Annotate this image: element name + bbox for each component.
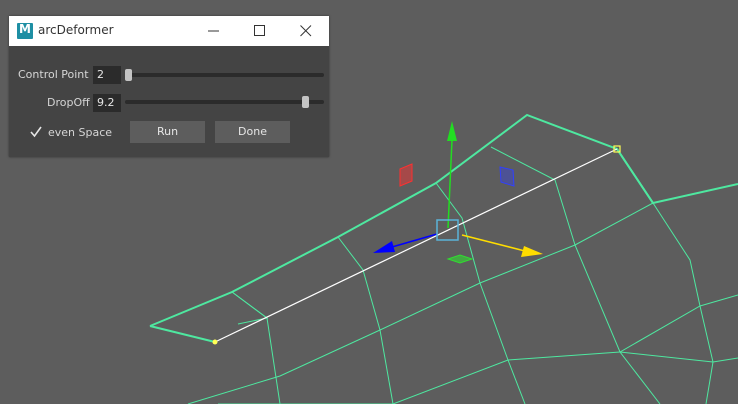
control-point-slider-handle[interactable]	[125, 69, 132, 81]
close-button[interactable]	[283, 16, 329, 46]
curve-start-point[interactable]	[212, 339, 218, 345]
even-space-label: even Space	[48, 126, 113, 139]
mesh-border-left	[149, 325, 216, 343]
axis-x-line	[461, 234, 526, 252]
checkmark-icon	[30, 126, 42, 138]
plane-handle-red[interactable]	[399, 163, 413, 187]
mesh-row	[275, 294, 738, 404]
move-manipulator[interactable]	[373, 121, 543, 264]
minimize-icon	[208, 30, 219, 32]
axis-z-arrow-icon[interactable]	[373, 241, 395, 253]
plane-handle-green[interactable]	[446, 254, 474, 264]
mesh-wireframe	[149, 113, 738, 404]
even-space-checkbox[interactable]	[30, 126, 42, 138]
mesh-col	[652, 202, 714, 404]
maximize-icon	[254, 25, 265, 36]
axis-z-line	[391, 233, 438, 248]
maya-m-icon: M	[17, 22, 33, 39]
window-title: arcDeformer	[38, 23, 114, 37]
dropoff-slider-handle[interactable]	[301, 96, 309, 108]
done-button[interactable]: Done	[215, 121, 290, 143]
minimize-button[interactable]	[191, 16, 237, 46]
title-bar[interactable]: M arcDeformer	[9, 16, 329, 46]
axis-y-arrow-icon[interactable]	[447, 121, 457, 141]
dropoff-field[interactable]: 9.2	[93, 94, 121, 112]
dropoff-label: DropOff	[47, 96, 90, 109]
mesh-col	[231, 291, 281, 404]
mesh-border-right	[616, 148, 654, 204]
app-icon-letter: M	[19, 22, 31, 36]
close-icon	[300, 25, 312, 37]
arc-deformer-window: M arcDeformer Control Point 2 DropOff 9.…	[9, 16, 329, 157]
mesh-row	[619, 351, 738, 363]
mesh-row	[187, 202, 654, 404]
control-point-field[interactable]: 2	[93, 66, 121, 84]
dropoff-slider-track[interactable]	[125, 100, 324, 104]
run-button[interactable]: Run	[130, 121, 205, 143]
control-point-label: Control Point	[18, 68, 89, 81]
mesh-col	[490, 146, 661, 404]
plane-handle-blue[interactable]	[499, 166, 515, 187]
maximize-button[interactable]	[237, 16, 283, 46]
axis-y-line	[447, 139, 453, 229]
mesh-col	[337, 236, 394, 404]
axis-x-arrow-icon[interactable]	[521, 246, 543, 257]
control-point-slider-track[interactable]	[125, 73, 324, 77]
